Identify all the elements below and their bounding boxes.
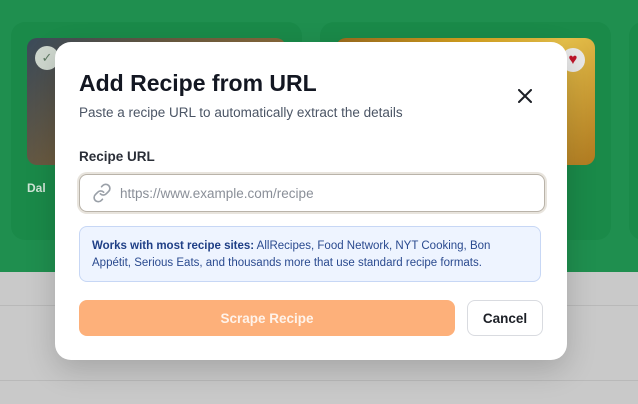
close-button[interactable] <box>513 84 537 108</box>
info-lead: Works with most recipe sites: <box>92 240 255 252</box>
add-recipe-modal: Add Recipe from URL Paste a recipe URL t… <box>55 42 567 360</box>
scrape-recipe-button[interactable]: Scrape Recipe <box>79 300 455 336</box>
recipe-url-input[interactable] <box>120 175 530 211</box>
link-icon <box>93 183 111 203</box>
supported-sites-info: Works with most recipe sites: AllRecipes… <box>79 226 541 282</box>
recipe-url-label: Recipe URL <box>79 149 155 164</box>
close-icon <box>518 89 532 103</box>
cancel-button[interactable]: Cancel <box>467 300 543 336</box>
modal-title: Add Recipe from URL <box>79 70 317 96</box>
modal-subtitle: Paste a recipe URL to automatically extr… <box>79 105 403 120</box>
recipe-url-field[interactable] <box>79 174 545 212</box>
